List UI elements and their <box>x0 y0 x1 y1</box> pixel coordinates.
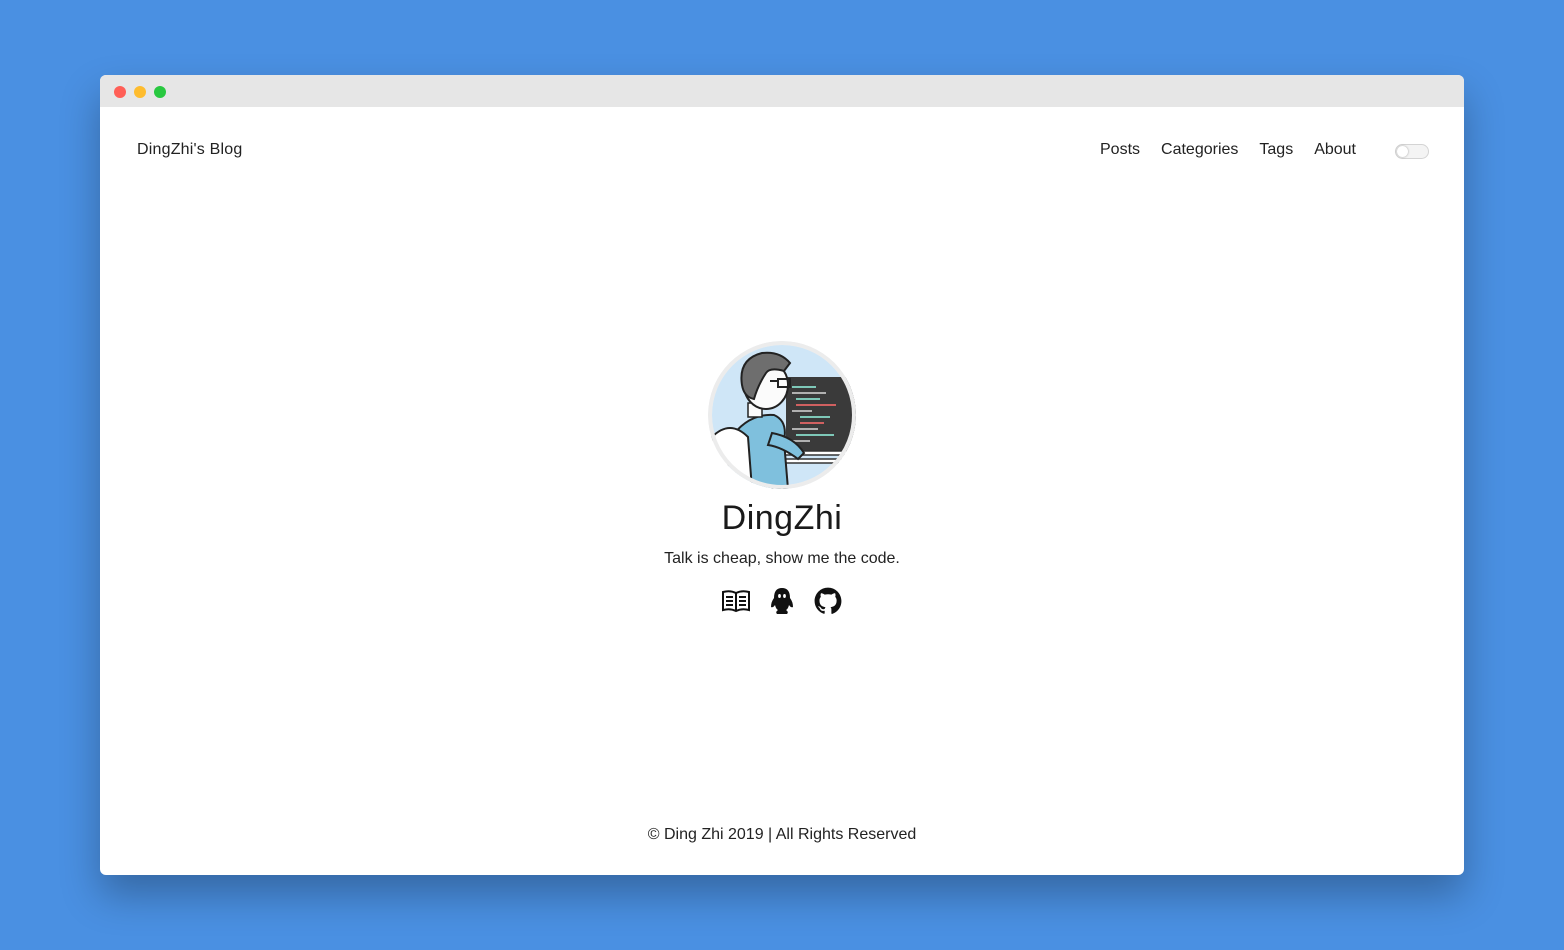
site-navbar: DingZhi's Blog Posts Categories Tags Abo… <box>100 107 1464 197</box>
qq-icon[interactable] <box>767 586 797 616</box>
site-footer: © Ding Zhi 2019 | All Rights Reserved <box>647 826 917 843</box>
menu-item-categories[interactable]: Categories <box>1161 141 1238 159</box>
profile-section: DingZhi Talk is cheap, show me the code. <box>100 341 1464 616</box>
social-links <box>100 586 1464 616</box>
book-icon[interactable] <box>721 586 751 616</box>
profile-name: DingZhi <box>721 499 843 537</box>
menu-item-tags[interactable]: Tags <box>1259 141 1293 159</box>
minimize-window-button[interactable] <box>134 86 146 98</box>
maximize-window-button[interactable] <box>154 86 166 98</box>
close-window-button[interactable] <box>114 86 126 98</box>
menu-item-about[interactable]: About <box>1314 141 1356 159</box>
window-titlebar <box>100 75 1464 107</box>
main-menu: Posts Categories Tags About <box>1100 141 1356 159</box>
site-brand-link[interactable]: DingZhi's Blog <box>137 141 242 159</box>
avatar <box>708 341 856 489</box>
theme-toggle[interactable] <box>1395 144 1429 159</box>
github-icon[interactable] <box>813 586 843 616</box>
browser-window: DingZhi's Blog Posts Categories Tags Abo… <box>100 75 1464 875</box>
menu-item-posts[interactable]: Posts <box>1100 141 1140 159</box>
profile-subtitle: Talk is cheap, show me the code. <box>664 550 900 567</box>
toggle-knob <box>1397 146 1408 157</box>
